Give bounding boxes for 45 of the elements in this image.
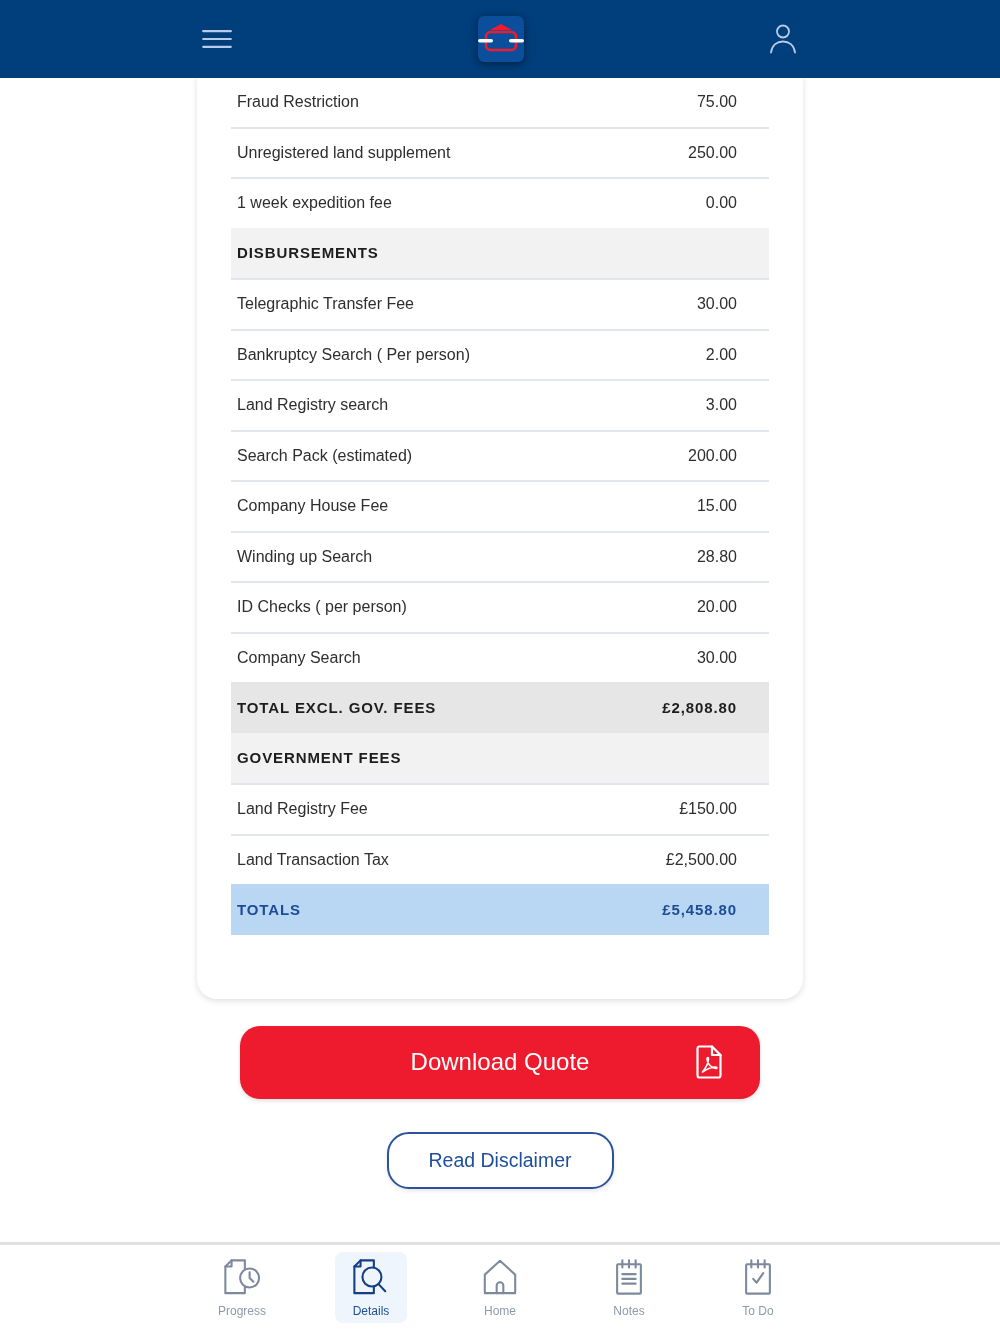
fee-label: Land Registry Fee [237, 800, 368, 819]
fee-label: Bankruptcy Search ( Per person) [237, 345, 470, 364]
menu-icon[interactable] [202, 30, 232, 48]
totals-label: TOTALS [237, 900, 301, 918]
home-icon [481, 1258, 519, 1296]
user-icon[interactable] [769, 24, 797, 54]
fee-label: Company House Fee [237, 497, 389, 516]
nav-tab[interactable]: Notes [593, 1252, 665, 1323]
fee-amount: 20.00 [696, 598, 737, 617]
fee-amount: 15.00 [696, 497, 737, 516]
fee-amount: 75.00 [696, 93, 737, 112]
fee-amount: 2.00 [705, 345, 737, 364]
fee-amount: £150.00 [679, 800, 737, 819]
pdf-file-icon [696, 1044, 722, 1079]
fee-amount: 250.00 [688, 143, 737, 162]
fee-label: Land Transaction Tax [237, 850, 389, 869]
fee-amount: £2,500.00 [665, 850, 737, 869]
fee-label: ID Checks ( per person) [237, 598, 407, 617]
fee-label: Telegraphic Transfer Fee [237, 295, 414, 314]
section-heading: GOVERNMENT FEES [231, 732, 769, 783]
nav-tab[interactable]: Details [335, 1252, 407, 1323]
fee-amount: 0.00 [705, 194, 737, 213]
fee-amount: 28.80 [696, 547, 737, 566]
fee-label: Fraud Restriction [237, 93, 359, 112]
fee-amount: 30.00 [696, 648, 737, 667]
fee-label: Winding up Search [237, 547, 373, 566]
nav-tab[interactable]: Home [464, 1252, 536, 1323]
nav-tab[interactable]: Progress [206, 1252, 278, 1323]
subtotal-label: TOTAL EXCL. GOV. FEES [237, 698, 437, 716]
download-quote-button[interactable]: Download Quote [240, 1025, 760, 1099]
nav-tab[interactable]: To Do [722, 1252, 794, 1323]
app-logo-icon[interactable] [477, 16, 524, 62]
fee-amount: 200.00 [688, 446, 737, 465]
fee-label: Search Pack (estimated) [237, 446, 413, 465]
fee-label: 1 week expedition fee [237, 194, 392, 213]
read-disclaimer-button[interactable]: Read Disclaimer [386, 1131, 614, 1189]
fee-amount: 30.00 [696, 295, 737, 314]
fee-label: Unregistered land supplement [237, 143, 451, 162]
document-clock-icon [223, 1258, 261, 1296]
totals-amount: £5,458.80 [662, 900, 737, 918]
fee-label: Company Search [237, 648, 361, 667]
fee-label: Land Registry search [237, 396, 389, 415]
section-heading: DISBURSEMENTS [231, 227, 769, 278]
fee-amount: 3.00 [705, 396, 737, 415]
subtotal-amount: £2,808.80 [662, 698, 737, 716]
